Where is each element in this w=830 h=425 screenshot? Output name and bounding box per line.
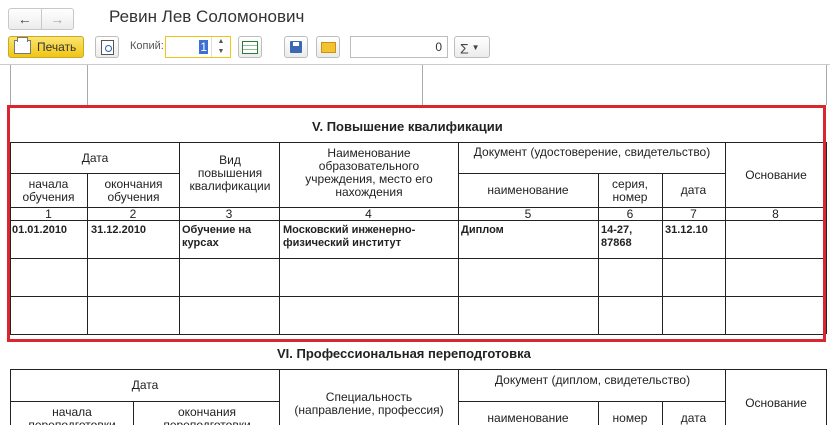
preview-icon [100,39,114,55]
s6-header-start: начала переподготовки [28,405,116,425]
copies-spinner[interactable]: ▲ ▼ [211,37,230,57]
chevron-down-icon: ▼ [471,43,480,53]
copies-label: Копий: [130,40,164,52]
email-button[interactable] [316,36,340,58]
printer-icon [14,37,31,54]
window-title: Ревин Лев Соломонович [109,7,305,26]
sum-label: Σ [460,40,469,57]
envelope-icon [320,41,336,53]
s6-header-date: Дата [131,378,159,392]
s6-header-doc-number: номер [612,411,648,425]
copies-value: 1 [199,40,208,54]
sum-button[interactable]: Σ ▼ [454,36,490,58]
preview-button[interactable] [95,36,119,58]
s6-header-doc-name: наименование [487,411,569,425]
highlight-frame [7,105,826,342]
s6-header-doc-date: дата [680,411,707,425]
nav-buttons: ← → [8,8,74,30]
s6-header-end: окончания переподготовки [163,405,251,425]
arrow-right-icon[interactable]: → [42,9,74,29]
print-label: Печать [37,40,77,54]
s6-header-specialty: Специальность (направление, профессия) [294,390,444,417]
edit-button[interactable] [238,36,262,58]
toolbar: Печать Копий: 1 ▲ ▼ 0 Σ ▼ [0,36,830,60]
s6-header-basis: Основание [745,396,807,410]
arrow-left-icon[interactable]: ← [9,9,42,29]
floppy-icon [290,41,302,53]
section6-title: VI. Профессиональная переподготовка [277,346,531,361]
edit-table-icon [242,40,258,54]
save-button[interactable] [284,36,308,58]
s6-header-document: Документ (диплом, свидетельство) [494,373,691,387]
copies-field[interactable]: 1 ▲ ▼ [165,36,231,58]
print-button[interactable]: Печать [8,36,84,58]
number-field[interactable]: 0 [350,36,448,58]
